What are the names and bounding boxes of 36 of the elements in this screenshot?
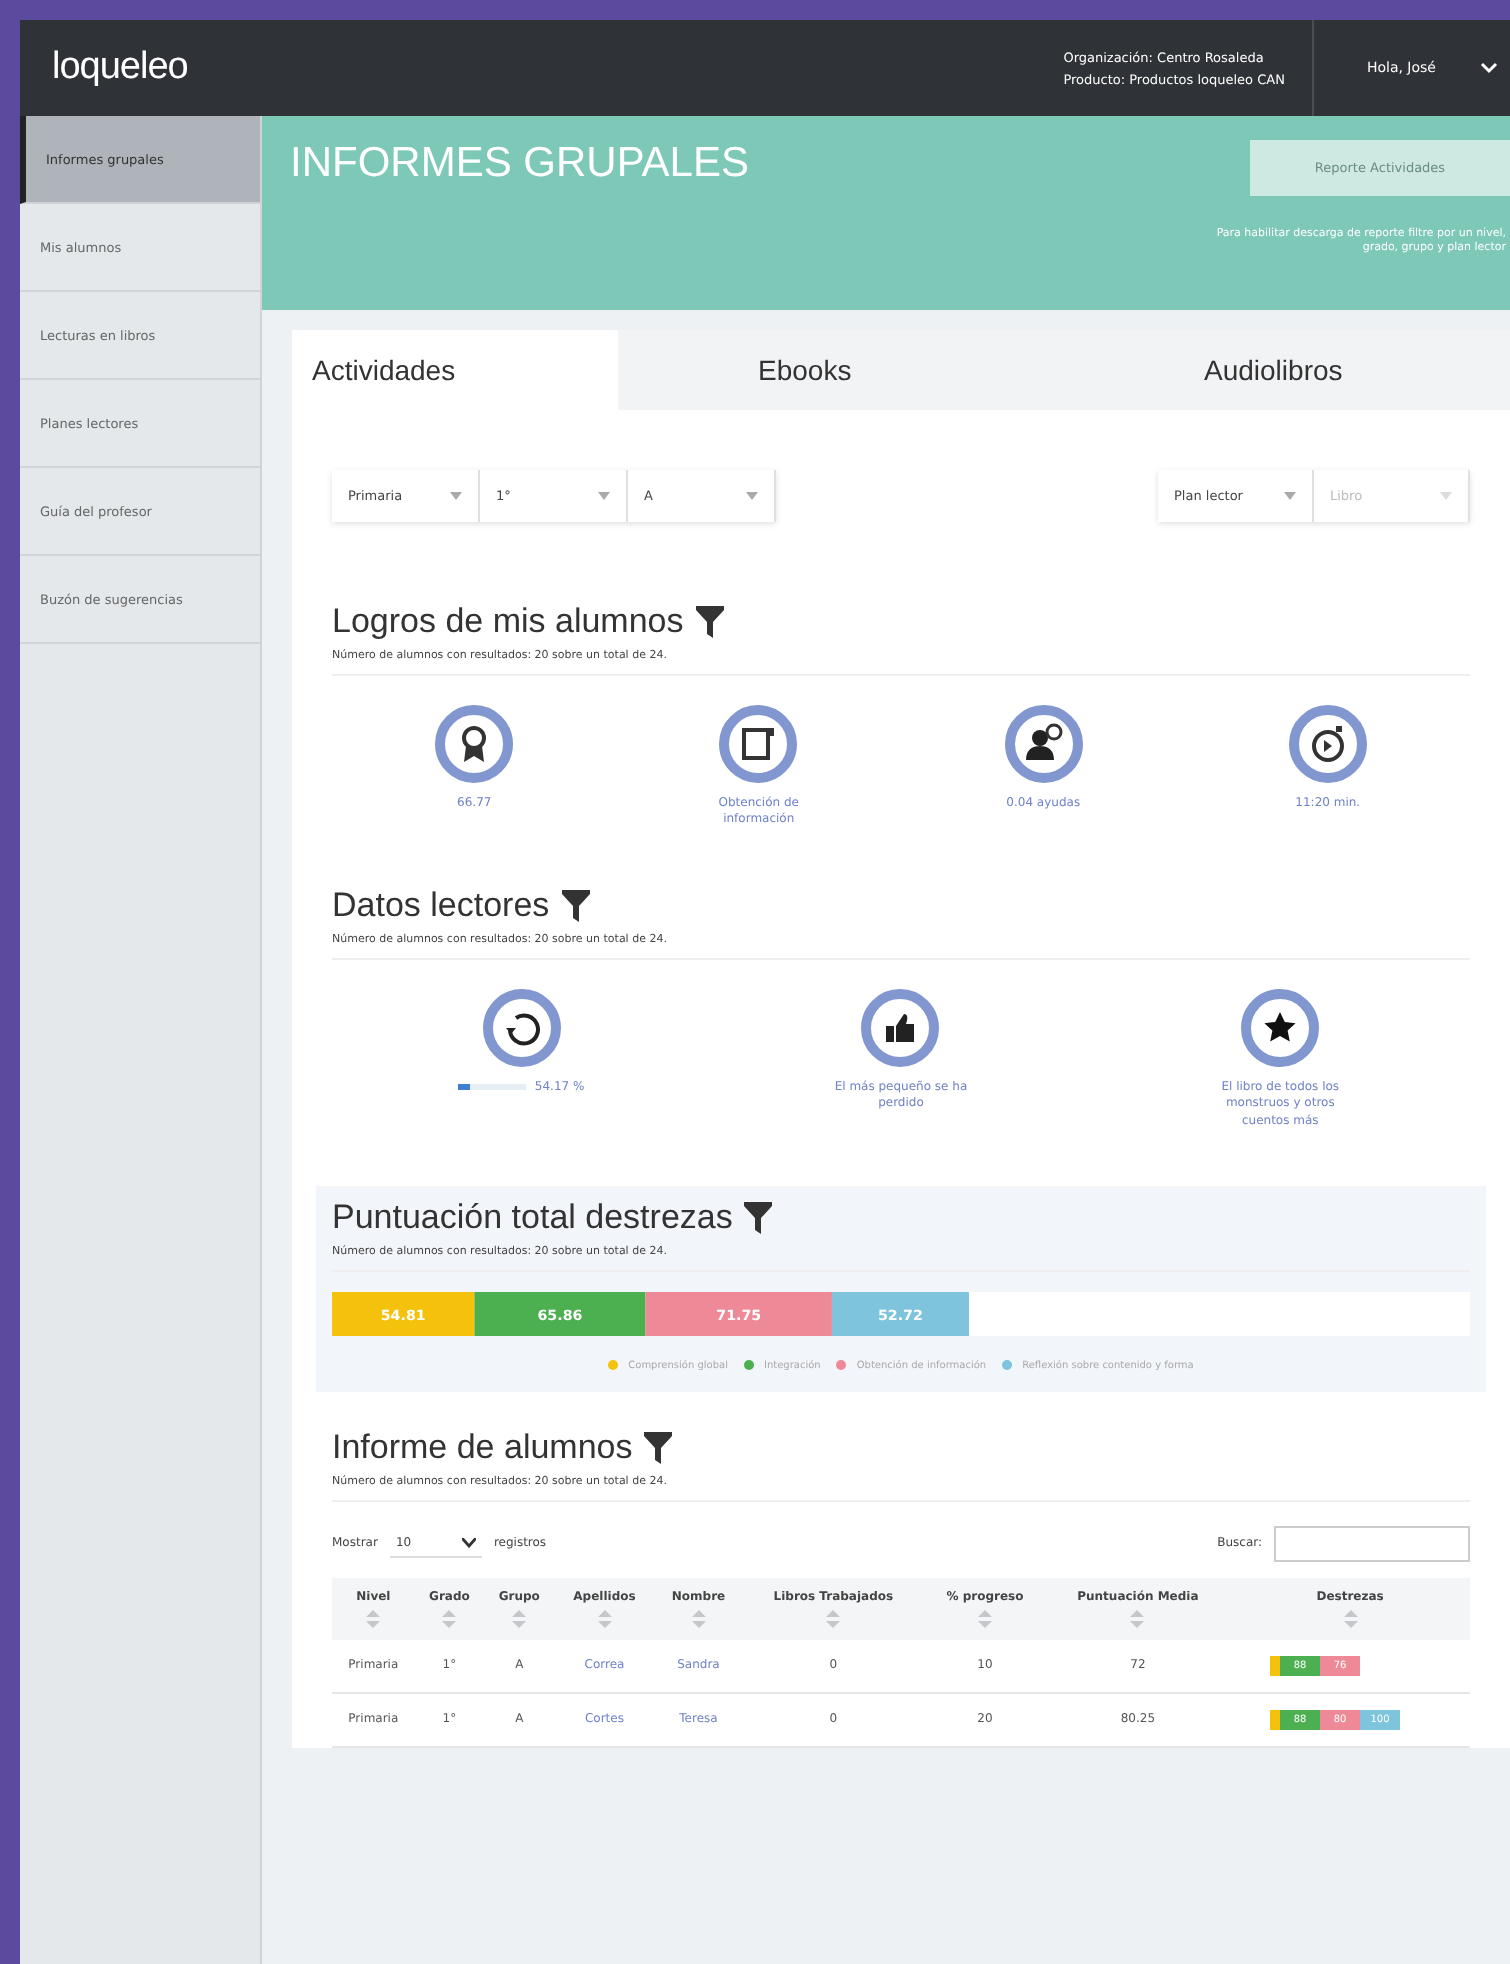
sort-icon[interactable] (366, 1609, 381, 1628)
section-title: Datos lectores (332, 885, 550, 926)
caret-icon (598, 492, 610, 500)
chevron-down-icon (1480, 62, 1498, 74)
tab[interactable]: Audiolibros (1064, 330, 1510, 410)
caret-icon (461, 1537, 476, 1548)
sort-icon[interactable] (977, 1609, 992, 1628)
search-field[interactable] (1274, 1525, 1470, 1562)
caret-icon (450, 492, 462, 500)
sort-icon[interactable] (826, 1609, 841, 1628)
filter-icon[interactable] (644, 1431, 673, 1464)
filter-icon[interactable] (561, 889, 590, 922)
sort-icon[interactable] (442, 1609, 457, 1628)
thumbs-up-icon (860, 987, 941, 1068)
tab[interactable]: Ebooks (618, 330, 1064, 410)
caret-icon (1440, 492, 1452, 500)
sort-icon[interactable] (1130, 1609, 1145, 1628)
filter-icon[interactable] (744, 1201, 773, 1234)
sort-icon[interactable] (597, 1609, 612, 1628)
timer-icon (1287, 704, 1368, 784)
section-title: Puntuación total destrezas (332, 1197, 733, 1238)
sort-icon[interactable] (691, 1609, 706, 1628)
medal-icon (434, 704, 515, 784)
sort-icon[interactable] (1343, 1609, 1358, 1628)
caret-icon (1284, 492, 1296, 500)
caret-icon (746, 492, 758, 500)
help-person-icon (1003, 704, 1084, 784)
refresh-icon (481, 987, 562, 1068)
tab[interactable]: Actividades (292, 330, 618, 410)
page-title: INFORMES GRUPALES (290, 140, 749, 190)
document-icon (718, 704, 799, 784)
sort-icon[interactable] (512, 1609, 527, 1628)
filter-icon[interactable] (695, 606, 724, 638)
section-title: Logros de mis alumnos (332, 602, 684, 642)
logo[interactable]: loqueleo (52, 46, 188, 90)
section-title: Informe de alumnos (332, 1427, 633, 1468)
